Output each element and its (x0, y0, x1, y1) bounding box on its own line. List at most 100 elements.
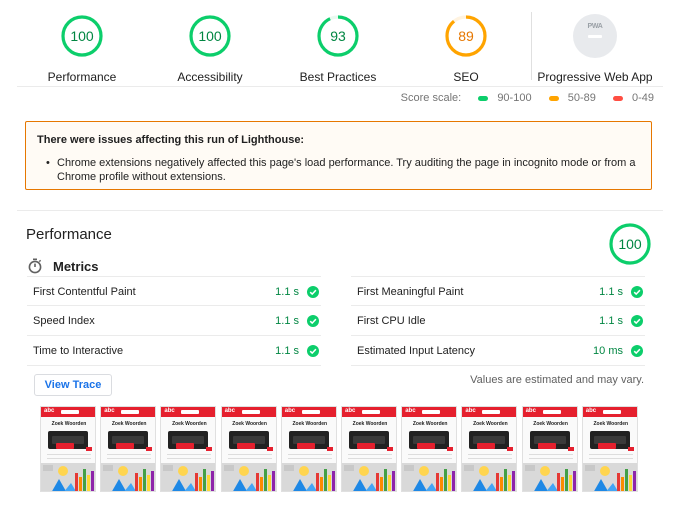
gauge-score: 100 (70, 28, 94, 44)
frame-logo: abc (164, 408, 175, 414)
frame-title: Zoek Woorden (292, 421, 328, 427)
metrics-column-left: First Contentful Paint 1.1 s Speed Index… (27, 276, 321, 366)
gauge-score: 100 (198, 28, 222, 44)
gauge-ring: 100 (188, 14, 232, 58)
filmstrip-frame: abc Zoek Woorden (341, 406, 397, 492)
frame-search-pill (482, 410, 501, 414)
scale-average-range: 50-89 (567, 92, 596, 105)
frame-search-pill (602, 410, 621, 414)
frame-small-badge (266, 447, 273, 451)
frame-text-line (588, 454, 633, 455)
gauge-accessibility[interactable]: 100 Accessibility (140, 14, 280, 84)
frame-text-line (167, 458, 212, 459)
pwa-badge-text: PWA (587, 23, 603, 30)
frame-text-line (348, 458, 392, 459)
filmstrip-frame: abc Zoek Woorden (220, 406, 277, 492)
check-icon (631, 315, 643, 327)
run-warnings-title: There were issues affecting this run of … (37, 134, 305, 146)
metric-name: First Meaningful Paint (357, 286, 464, 298)
bullet-icon: • (46, 157, 50, 169)
frame-title: Zoek Woorden (172, 421, 207, 427)
frame-text-line (408, 458, 453, 459)
filmstrip-frame: abc Zoek Woorden (581, 406, 638, 492)
frame-small-badge (387, 447, 393, 451)
metric-first-cpu-idle: First CPU Idle 1.1 s (351, 306, 645, 336)
gauge-label: Performance (47, 70, 117, 84)
metric-value: 1.1 s (275, 315, 299, 327)
frame-small-badge (627, 447, 634, 451)
metrics-header: Metrics (27, 256, 99, 276)
frame-illustration (41, 463, 95, 491)
gauge-performance[interactable]: 100 Performance (12, 14, 152, 84)
frame-logo: abc (525, 408, 536, 414)
pwa-badge-icon: PWA (573, 14, 617, 58)
frame-small-badge (146, 447, 153, 451)
section-divider (17, 210, 663, 211)
metric-value: 1.1 s (275, 286, 299, 298)
filmstrip-frame: abc Zoek Woorden (461, 406, 518, 492)
frame-search-pill (422, 410, 441, 414)
frame-small-badge (326, 447, 333, 451)
gauge-ring: 93 (316, 14, 360, 58)
frame-logo: abc (345, 408, 356, 414)
run-warnings: There were issues affecting this run of … (25, 121, 652, 190)
check-icon (307, 345, 319, 357)
frame-title: Zoek Woorden (51, 421, 87, 427)
frame-text-line (227, 454, 272, 455)
check-icon (307, 315, 319, 327)
frame-red-button (176, 443, 195, 449)
frame-small-badge (507, 447, 514, 451)
frame-small-badge (206, 447, 213, 451)
frame-illustration (342, 463, 396, 491)
gauge-seo[interactable]: 89 SEO (396, 14, 536, 84)
frame-text-line (468, 458, 513, 459)
frame-logo: abc (44, 408, 55, 414)
frame-search-pill (181, 410, 200, 414)
frame-text-line (287, 458, 332, 459)
metric-name: Estimated Input Latency (357, 345, 476, 357)
frame-text-line (528, 458, 573, 459)
frame-red-button (537, 443, 556, 449)
filmstrip-frame: abc Zoek Woorden (280, 406, 337, 492)
frame-illustration (161, 463, 216, 491)
frame-illustration (522, 463, 577, 491)
gauge-ring: 100 (60, 14, 104, 58)
frame-illustration (582, 463, 637, 491)
metric-name: First Contentful Paint (33, 286, 136, 298)
gauge-score: 93 (330, 28, 346, 44)
frame-title: Zoek Woorden (533, 421, 568, 427)
frame-red-button (116, 443, 135, 449)
view-trace-button[interactable]: View Trace (34, 374, 112, 396)
pwa-badge-bar (588, 35, 602, 38)
metric-name: Speed Index (33, 315, 95, 327)
frame-text-line (287, 454, 332, 455)
frame-red-button (417, 443, 436, 449)
filmstrip-frame: abc Zoek Woorden (521, 406, 578, 492)
gauge-best-practices[interactable]: 93 Best Practices (268, 14, 408, 84)
frame-title: Zoek Woorden (593, 421, 629, 427)
frame-title: Zoek Woorden (352, 421, 388, 427)
frame-title: Zoek Woorden (412, 421, 448, 427)
metrics-label: Metrics (53, 258, 99, 274)
filmstrip-frame: abc Zoek Woorden (401, 406, 458, 492)
metric-first-contentful-paint: First Contentful Paint 1.1 s (27, 276, 321, 306)
metric-time-to-interactive: Time to Interactive 1.1 s (27, 336, 321, 366)
frame-title: Zoek Woorden (232, 421, 267, 427)
metric-first-meaningful-paint: First Meaningful Paint 1.1 s (351, 276, 645, 306)
frame-red-button (597, 443, 616, 449)
scale-average-swatch (548, 95, 559, 101)
scale-fail-swatch (612, 95, 623, 101)
scale-pass-swatch (478, 95, 489, 101)
gauge-label: Best Practices (299, 70, 377, 84)
performance-title: Performance (26, 226, 112, 243)
metric-value: 1.1 s (599, 315, 623, 327)
frame-red-button (357, 443, 375, 449)
gauge-score: 89 (458, 28, 474, 44)
frame-logo: abc (465, 408, 476, 414)
frame-red-button (56, 443, 74, 449)
gauge-label: Progressive Web App (537, 70, 653, 84)
gauge-pwa[interactable]: PWA Progressive Web App (525, 14, 665, 84)
frame-search-pill (61, 410, 79, 414)
stopwatch-icon (28, 258, 42, 274)
filmstrip-frame: abc Zoek Woorden (40, 406, 96, 492)
